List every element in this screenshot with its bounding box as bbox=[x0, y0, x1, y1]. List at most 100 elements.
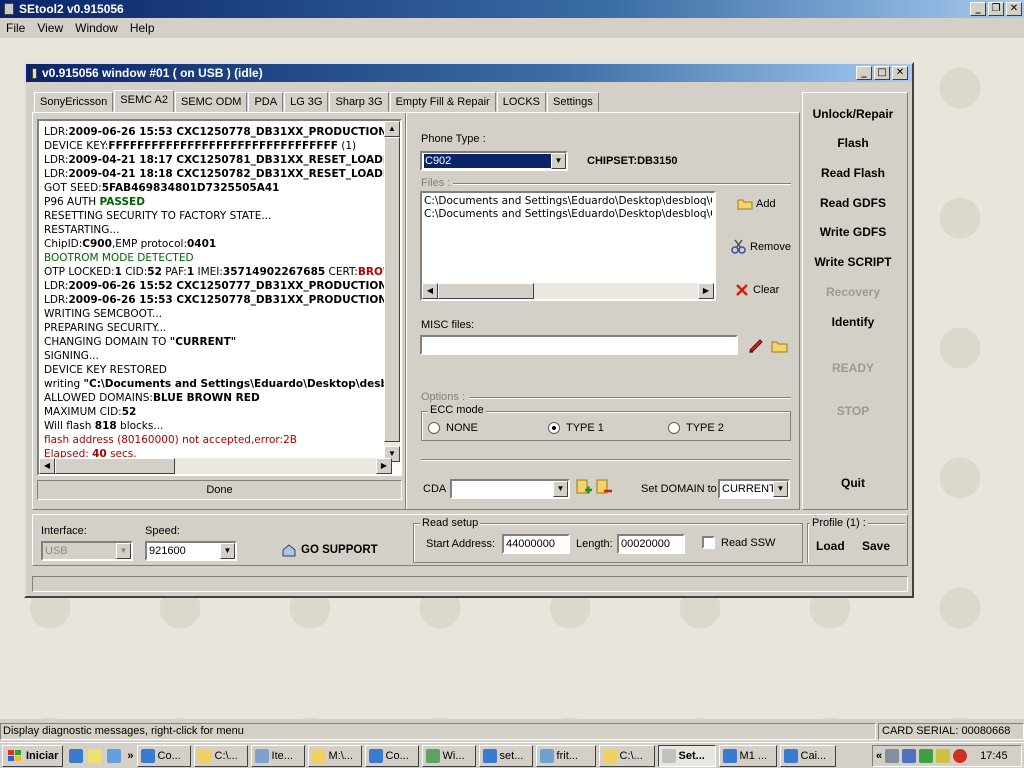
menu-window[interactable]: Window bbox=[69, 21, 124, 35]
close-button[interactable]: ✕ bbox=[1006, 2, 1022, 16]
tab-settings[interactable]: Settings bbox=[547, 92, 599, 112]
scroll-right-arrow[interactable]: ▶ bbox=[376, 458, 392, 474]
interface-select[interactable]: USB ▼ bbox=[41, 541, 133, 561]
app-titlebar[interactable]: SEtool2 v0.915056 _ ❐ ✕ bbox=[0, 0, 1024, 18]
outlook-icon[interactable] bbox=[107, 748, 122, 763]
save-button[interactable]: Save bbox=[862, 539, 890, 553]
log-segment: PAF: bbox=[161, 266, 187, 278]
taskbar-button[interactable]: set... bbox=[478, 744, 533, 767]
tab-sonyericsson[interactable]: SonyEricsson bbox=[34, 92, 114, 112]
phone-type-select[interactable]: C902 ▼ bbox=[420, 151, 568, 171]
menu-view[interactable]: View bbox=[31, 21, 69, 35]
log-horizontal-thumb[interactable] bbox=[55, 458, 175, 474]
quit-button[interactable]: Quit bbox=[810, 476, 896, 490]
scroll-left-arrow[interactable]: ◀ bbox=[39, 458, 55, 474]
minimize-button[interactable]: _ bbox=[970, 2, 986, 16]
tray-network-icon[interactable] bbox=[885, 749, 900, 763]
ecc-type1-radio[interactable]: TYPE 1 bbox=[548, 422, 604, 434]
tray-chevron-icon[interactable]: « bbox=[876, 750, 882, 762]
tab-pda[interactable]: PDA bbox=[248, 92, 284, 112]
speed-select[interactable]: 921600 ▼ bbox=[145, 541, 237, 561]
add-cda-icon[interactable] bbox=[575, 479, 593, 497]
taskbar-button[interactable]: Co... bbox=[136, 744, 191, 767]
child-window: v0.915056 window #01 ( on USB ) (idle) _… bbox=[24, 62, 914, 598]
remove-button[interactable]: Remove bbox=[731, 239, 791, 254]
menu-file[interactable]: File bbox=[0, 21, 31, 35]
identify-button[interactable]: Identify bbox=[810, 315, 896, 329]
files-horizontal-thumb[interactable] bbox=[438, 283, 534, 299]
notepad-icon[interactable] bbox=[88, 748, 103, 763]
tab-semc-a2[interactable]: SEMC A2 bbox=[114, 90, 174, 112]
log-box[interactable]: LDR:2009-06-26 15:53 CXC1250778_DB31XX_P… bbox=[37, 119, 402, 476]
files-list[interactable]: C:\Documents and Settings\Eduardo\Deskto… bbox=[420, 191, 716, 301]
tab-locks[interactable]: LOCKS bbox=[496, 92, 547, 112]
cda-select[interactable]: ▼ bbox=[450, 479, 570, 499]
chevron-down-icon[interactable]: ▼ bbox=[220, 543, 235, 559]
taskbar-button[interactable]: C:\... bbox=[193, 744, 248, 767]
file-item[interactable]: C:\Documents and Settings\Eduardo\Deskto… bbox=[424, 208, 712, 221]
read-ssw-checkbox[interactable]: Read SSW bbox=[702, 536, 775, 549]
child-maximize-button[interactable]: □ bbox=[874, 66, 890, 80]
write-gdfs-button[interactable]: Write GDFS bbox=[810, 225, 896, 239]
tab-sharp-3g[interactable]: Sharp 3G bbox=[329, 92, 389, 112]
taskbar-button[interactable]: C:\... bbox=[598, 744, 655, 767]
tray-monitor-icon[interactable] bbox=[902, 749, 917, 763]
pencil-icon[interactable] bbox=[747, 337, 765, 353]
chevron-down-icon[interactable]: ▼ bbox=[553, 481, 568, 497]
stop-button[interactable]: STOP bbox=[810, 404, 896, 418]
restore-button[interactable]: ❐ bbox=[988, 2, 1004, 16]
files-horizontal-scrollbar[interactable]: ◀ ▶ bbox=[422, 283, 714, 299]
load-button[interactable]: Load bbox=[816, 539, 845, 553]
log-vertical-thumb[interactable] bbox=[384, 137, 400, 442]
open-folder-icon[interactable] bbox=[771, 339, 789, 353]
tab-semc-odm[interactable]: SEMC ODM bbox=[174, 92, 248, 112]
status-message: Display diagnostic messages, right-click… bbox=[0, 723, 876, 740]
log-horizontal-scrollbar[interactable]: ◀ ▶ bbox=[39, 458, 392, 474]
taskbar-button[interactable]: M:\... bbox=[307, 744, 362, 767]
taskbar-button[interactable]: Wi... bbox=[421, 744, 476, 767]
chevron-down-icon[interactable]: ▼ bbox=[551, 153, 566, 169]
domain-select[interactable]: CURRENT ▼ bbox=[718, 479, 790, 499]
file-item[interactable]: C:\Documents and Settings\Eduardo\Deskto… bbox=[424, 195, 712, 208]
clear-button[interactable]: Clear bbox=[735, 283, 779, 297]
menu-help[interactable]: Help bbox=[124, 21, 161, 35]
taskbar-app-icon bbox=[783, 748, 798, 763]
chevron-down-icon[interactable]: ▼ bbox=[773, 481, 788, 497]
write-script-button[interactable]: Write SCRIPT bbox=[810, 255, 896, 269]
taskbar-button[interactable]: Ite... bbox=[250, 744, 305, 767]
misc-files-input[interactable] bbox=[420, 335, 738, 355]
read-gdfs-button[interactable]: Read GDFS bbox=[810, 196, 896, 210]
ie-icon[interactable] bbox=[69, 748, 84, 763]
start-address-input[interactable]: 44000000 bbox=[502, 534, 570, 554]
taskbar-button[interactable]: Co... bbox=[364, 744, 419, 767]
child-close-button[interactable]: ✕ bbox=[892, 66, 908, 80]
taskbar-button[interactable]: M1 ... bbox=[718, 744, 777, 767]
log-vertical-scrollbar[interactable]: ▲ ▼ bbox=[384, 121, 400, 462]
go-support-button[interactable]: GO SUPPORT bbox=[281, 543, 378, 557]
read-flash-button[interactable]: Read Flash bbox=[810, 166, 896, 180]
ecc-type2-radio[interactable]: TYPE 2 bbox=[668, 422, 724, 434]
remove-cda-icon[interactable] bbox=[595, 479, 613, 497]
scroll-left-arrow[interactable]: ◀ bbox=[422, 283, 438, 299]
tray-opera-icon[interactable] bbox=[953, 749, 968, 763]
taskbar-button[interactable]: Set... bbox=[657, 744, 716, 767]
child-minimize-button[interactable]: _ bbox=[856, 66, 872, 80]
flash-button[interactable]: Flash bbox=[810, 136, 896, 150]
tray-key-icon[interactable] bbox=[936, 749, 951, 763]
taskbar-button[interactable]: Cai... bbox=[779, 744, 836, 767]
child-titlebar[interactable]: v0.915056 window #01 ( on USB ) (idle) _… bbox=[26, 64, 912, 82]
ecc-mode-label: ECC mode bbox=[428, 404, 486, 416]
scroll-right-arrow[interactable]: ▶ bbox=[698, 283, 714, 299]
recovery-button[interactable]: Recovery bbox=[810, 285, 896, 299]
length-input[interactable]: 00020000 bbox=[617, 534, 685, 554]
tab-empty-fill-repair[interactable]: Empty Fill & Repair bbox=[389, 92, 496, 112]
scroll-up-arrow[interactable]: ▲ bbox=[384, 121, 400, 137]
chevron-down-icon[interactable]: ▼ bbox=[116, 543, 131, 559]
add-button[interactable]: Add bbox=[737, 197, 776, 210]
tray-users-icon[interactable] bbox=[919, 749, 934, 763]
tab-lg-3g[interactable]: LG 3G bbox=[284, 92, 329, 112]
unlock-repair-button[interactable]: Unlock/Repair bbox=[810, 107, 896, 121]
start-button[interactable]: Iniciar bbox=[2, 744, 64, 767]
taskbar-button[interactable]: frit... bbox=[535, 744, 596, 767]
ecc-none-radio[interactable]: NONE bbox=[428, 422, 478, 434]
